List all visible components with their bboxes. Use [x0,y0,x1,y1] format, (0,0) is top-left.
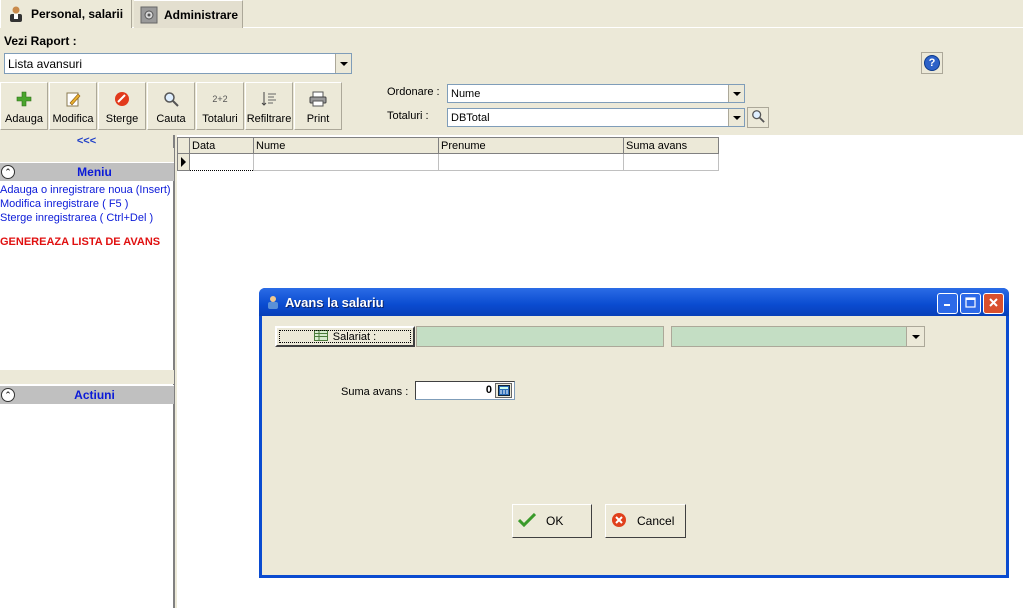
row-indicator [177,153,190,171]
chevron-down-icon[interactable] [906,327,924,346]
totaluri-search-button[interactable] [747,107,769,128]
suma-avans-input[interactable]: 0 [415,381,515,400]
chevron-down-icon[interactable] [728,109,744,126]
table-cell[interactable] [189,153,254,171]
ordonare-label: Ordonare : [387,86,440,98]
collapse-up-icon[interactable]: ⌃ [1,165,15,179]
panel-divider [0,148,174,162]
actiuni-title: Actiuni [74,388,115,402]
tab-label: Administrare [164,7,239,22]
row-indicator-header [177,137,190,154]
dialog-body: Salariat : Suma avans : 0 OK Cancel [262,316,1006,575]
cancel-icon [611,512,627,531]
user-app-icon [266,295,280,309]
menu-item-edit[interactable]: Modifica inregistrare ( F5 ) [0,198,128,210]
print-button-label: Print [306,113,330,125]
chevron-down-icon[interactable] [728,85,744,102]
totaluri-value: DBTotal [451,111,490,124]
table-row[interactable] [177,153,719,171]
current-row-arrow-icon [181,157,186,167]
suma-avans-value: 0 [485,384,492,396]
totaluri-select[interactable]: DBTotal [447,108,745,127]
edit-button-label: Modifica [52,113,94,125]
ordonare-select[interactable]: Nume [447,84,745,103]
raport-select-value: Lista avansuri [8,56,83,71]
delete-icon [114,91,130,107]
focus-rect [279,330,411,343]
delete-button-label: Sterge [105,113,139,125]
gear-icon [140,6,158,24]
tab-personal-salarii[interactable]: Personal, salarii [0,0,132,28]
minimize-icon [943,297,953,310]
refilter-button[interactable]: Refiltrare [245,82,293,130]
ok-label: OK [546,514,564,528]
checkmark-icon [517,512,537,530]
generate-list-link[interactable]: GENEREAZA LISTA DE AVANS [0,236,160,248]
plus-icon [16,91,32,107]
raport-label: Vezi Raport : [4,34,77,48]
maximize-icon [965,296,976,311]
edit-button[interactable]: Modifica [49,82,97,130]
printer-icon [309,91,327,107]
column-header-data[interactable]: Data [189,137,254,154]
ordonare-value: Nume [451,87,481,100]
help-button[interactable]: ? [921,52,943,74]
cancel-button[interactable]: Cancel [605,504,686,538]
close-icon [988,297,999,311]
tab-label: Personal, salarii [31,7,124,21]
meniu-header[interactable]: ⌃ Meniu [0,162,174,181]
calculator-icon[interactable] [495,383,512,398]
collapse-panel-button[interactable]: <<< [0,135,173,148]
add-button-label: Adauga [5,113,43,125]
left-panel: <<< ⌃ Meniu Adauga o inregistrare noua (… [0,135,175,608]
column-header-suma-avans[interactable]: Suma avans [623,137,719,154]
dialog-titlebar[interactable]: Avans la salariu [259,288,1009,316]
totals-button[interactable]: 2+2 Totaluri [196,82,244,130]
filter-icon [261,91,277,107]
dialog-title: Avans la salariu [285,294,384,310]
collapse-up-icon[interactable]: ⌃ [1,388,15,402]
suma-avans-label: Suma avans : [341,386,409,398]
cancel-label: Cancel [637,514,675,528]
table-cell[interactable] [623,153,719,171]
close-button[interactable] [983,293,1004,314]
maximize-button[interactable] [960,293,981,314]
magnifier-icon [163,91,179,107]
panel-divider [0,370,174,384]
table-cell[interactable] [438,153,624,171]
toolbar: Adauga Modifica Sterge Cauta 2+2 Totalur… [0,82,343,132]
person-icon [7,5,25,23]
meniu-title: Meniu [77,165,112,179]
avans-dialog: Avans la salariu Salariat : Suma avans :… [259,288,1009,578]
ok-button[interactable]: OK [512,504,592,538]
refilter-button-label: Refiltrare [246,113,292,125]
raport-select[interactable]: Lista avansuri [4,53,352,74]
salariat-button[interactable]: Salariat : [275,326,415,347]
chevron-down-icon[interactable] [335,54,351,73]
tab-administrare[interactable]: Administrare [134,0,243,28]
totals-button-label: Totaluri [202,113,238,125]
sum-icon: 2+2 [212,94,228,104]
actiuni-header[interactable]: ⌃ Actiuni [0,385,174,404]
delete-button[interactable]: Sterge [98,82,146,130]
salariat-code-field[interactable] [416,326,664,347]
search-button-label: Cauta [156,113,186,125]
column-header-prenume[interactable]: Prenume [438,137,624,154]
print-button[interactable]: Print [294,82,342,130]
salariat-name-select[interactable] [671,326,925,347]
tab-bar: Personal, salarii Administrare [0,0,1023,28]
table-cell[interactable] [253,153,439,171]
minimize-button[interactable] [937,293,958,314]
search-button[interactable]: Cauta [147,82,195,130]
totaluri-label: Totaluri : [387,110,429,122]
help-icon: ? [924,55,940,71]
menu-item-delete[interactable]: Sterge inregistrarea ( Ctrl+Del ) [0,212,153,224]
data-grid: Data Nume Prenume Suma avans [177,137,719,171]
magnifier-icon [751,109,765,126]
add-button[interactable]: Adauga [0,82,48,130]
menu-item-add[interactable]: Adauga o inregistrare noua (Insert) [0,184,171,196]
column-header-nume[interactable]: Nume [253,137,439,154]
edit-icon [65,91,81,107]
